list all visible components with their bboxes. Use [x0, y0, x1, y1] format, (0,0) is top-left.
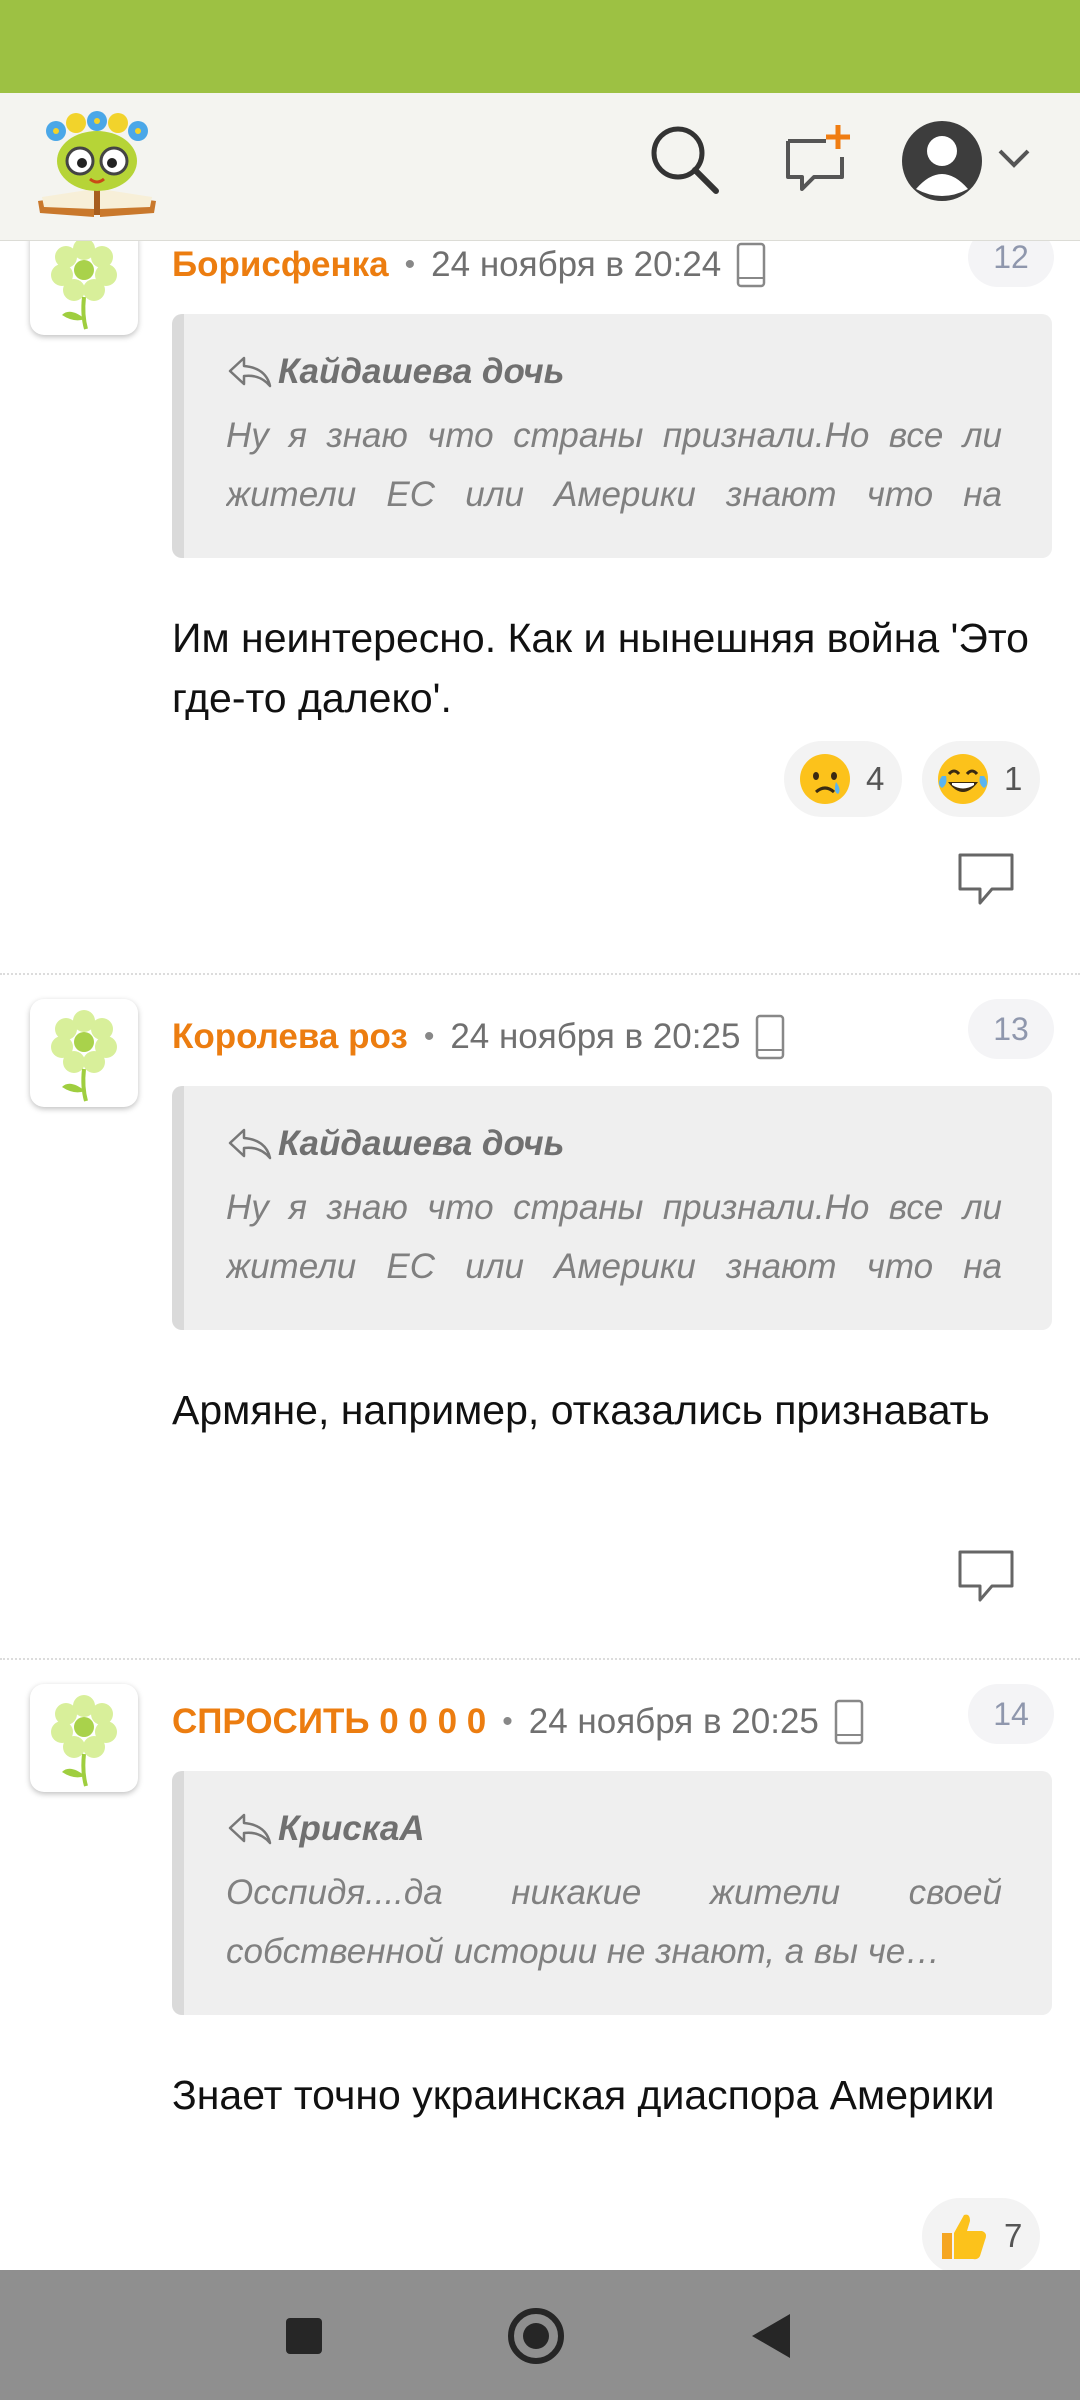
comment-text: Армяне, например, отказались признавать [172, 1387, 990, 1433]
reaction-laughing[interactable]: 1 [922, 741, 1041, 817]
quote-header: Кайдашева дочь [226, 352, 564, 392]
reply-comment-icon[interactable] [956, 851, 1016, 907]
meta-separator: • [502, 1705, 513, 1738]
comment-date: 24 ноября в 20:25 [528, 1702, 819, 1741]
status-bar [0, 0, 1080, 93]
search-icon[interactable] [648, 123, 720, 195]
quote-header: КрискаА [226, 1809, 425, 1849]
comment-avatar[interactable] [30, 241, 138, 335]
comment-meta: Борисфенка • 24 ноября в 20:24 [172, 241, 767, 295]
flower-avatar-icon [51, 1695, 117, 1787]
comment-item: Королева роз • 24 ноября в 20:25 13 Кайд… [0, 999, 1080, 1679]
comment-number[interactable]: 12 [968, 241, 1054, 287]
meta-separator: • [404, 248, 416, 281]
chevron-down-icon [998, 149, 1030, 168]
back-triangle-icon[interactable] [734, 2298, 810, 2374]
reaction-count: 7 [1004, 2217, 1023, 2254]
quoted-comment[interactable]: Кайдашева дочь Ну я знаю что страны приз… [172, 1086, 1052, 1330]
reaction-count: 1 [1004, 760, 1023, 797]
quote-header: Кайдашева дочь [226, 1124, 564, 1164]
quote-author: Кайдашева дочь [278, 352, 565, 391]
comment-meta: Королева роз • 24 ноября в 20:25 [172, 1007, 786, 1067]
comment-item: Борисфенка • 24 ноября в 20:24 12 Кайдаш… [0, 241, 1080, 927]
comment-text: Знает точно украинская диаспора Америки [172, 2072, 995, 2118]
comment-meta: СПРОСИТЬ 0 0 0 0 • 24 ноября в 20:25 [172, 1692, 865, 1752]
mobile-device-icon [737, 242, 766, 288]
reply-arrow-icon [228, 1813, 272, 1845]
comment-list: Борисфенка • 24 ноября в 20:24 12 Кайдаш… [0, 241, 1080, 2270]
system-nav-bar [0, 2270, 1080, 2400]
quote-author: КрискаА [278, 1809, 425, 1848]
thumbs-up-emoji [942, 2214, 986, 2260]
new-post-icon[interactable] [780, 123, 852, 195]
profile-menu-button[interactable] [900, 119, 1032, 203]
site-logo[interactable] [34, 109, 160, 221]
comment-number[interactable]: 14 [968, 1684, 1054, 1744]
mobile-device-icon [756, 1014, 785, 1060]
crying-face-emoji [800, 754, 850, 804]
comment-text: Им неинтересно. Как и нынешняя война 'Эт… [172, 615, 1029, 721]
comment-author[interactable]: СПРОСИТЬ 0 0 0 0 [172, 1702, 486, 1742]
reply-arrow-icon [228, 356, 272, 388]
app-header [0, 93, 1080, 241]
reaction-count: 4 [866, 760, 885, 797]
reaction-crying[interactable]: 4 [784, 741, 903, 817]
flower-avatar-icon [51, 1010, 117, 1102]
profile-avatar-icon [902, 121, 982, 201]
meta-separator: • [423, 1020, 435, 1053]
quote-text: Ну я знаю что страны признали.Но все ли … [226, 1188, 1002, 1286]
comment-divider [0, 1658, 1080, 1660]
mobile-device-icon [834, 1699, 864, 1745]
quote-author: Кайдашева дочь [278, 1124, 565, 1163]
comment-avatar[interactable] [30, 999, 138, 1107]
quoted-comment[interactable]: Кайдашева дочь Ну я знаю что страны приз… [172, 314, 1052, 558]
comment-divider [0, 973, 1080, 975]
tears-of-joy-emoji [938, 754, 988, 804]
flower-avatar-icon [51, 241, 117, 330]
quote-text: Осспидя....да никакие жители своей собст… [226, 1873, 1002, 1971]
comment-number[interactable]: 13 [968, 999, 1054, 1059]
comment-date: 24 ноября в 20:25 [450, 1017, 741, 1056]
home-circle-icon[interactable] [498, 2298, 574, 2374]
comment-author[interactable]: Борисфенка [172, 245, 389, 285]
quoted-comment[interactable]: КрискаА Осспидя....да никакие жители сво… [172, 1771, 1052, 2015]
reply-comment-icon[interactable] [956, 1548, 1016, 1604]
comment-item: СПРОСИТЬ 0 0 0 0 • 24 ноября в 20:25 14 … [0, 1684, 1080, 2270]
reaction-thumbs-up[interactable]: 7 [922, 2198, 1041, 2270]
reply-arrow-icon [228, 1128, 272, 1160]
comment-author[interactable]: Королева роз [172, 1017, 408, 1057]
quote-text: Ну я знаю что страны признали.Но все ли … [226, 416, 1002, 514]
comment-date: 24 ноября в 20:24 [431, 245, 722, 284]
comment-avatar[interactable] [30, 1684, 138, 1792]
recents-square-icon[interactable] [266, 2298, 342, 2374]
